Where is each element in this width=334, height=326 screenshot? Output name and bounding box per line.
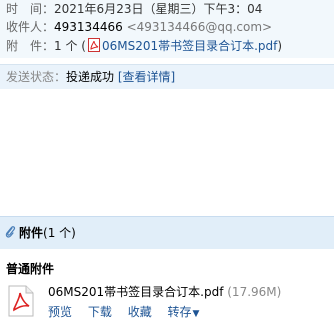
attachments-header: 附件(1 个) <box>0 216 334 249</box>
attachments-title: 附件 <box>19 226 44 240</box>
attachment-size: (17.96M) <box>227 285 282 299</box>
time-value: 2021年6月23日（星期三）下午3：04 <box>54 2 263 16</box>
attachments-title-row: 附件(1 个) <box>4 224 76 242</box>
preview-link[interactable]: 预览 <box>48 305 72 319</box>
paperclip-icon <box>4 225 16 239</box>
attachment-count: 1 个 ( <box>54 39 86 53</box>
section-label-normal-attachments: 普通附件 <box>6 262 55 276</box>
attachment-close: ) <box>277 39 283 53</box>
attachment-filename[interactable]: 06MS201帯书签目录合订本.pdf <box>48 285 223 299</box>
save-to-link[interactable]: 转存 <box>168 305 192 319</box>
attachment-label: 附 件： <box>6 39 55 53</box>
status-row: 发送状态：投递成功 [查看详情] <box>6 68 175 86</box>
status-details-link[interactable]: [查看详情] <box>118 70 175 84</box>
send-status-bar: 发送状态：投递成功 [查看详情] <box>0 64 334 89</box>
attachment-file-line: 06MS201帯书签目录合订本.pdf (17.96M) <box>48 283 281 300</box>
recipient-email: <493134466@qq.com> <box>126 20 273 34</box>
pdf-icon <box>8 285 34 317</box>
attachment-item: 06MS201帯书签目录合订本.pdf (17.96M) 预览 下载 收藏 转存… <box>8 283 328 323</box>
chevron-down-icon[interactable]: ▼ <box>193 309 200 319</box>
recipient-label: 收件人： <box>6 20 55 34</box>
attachment-link[interactable]: 06MS201帯书签目录合订本.pdf <box>102 39 277 53</box>
pdf-icon <box>87 38 100 52</box>
recipient-row: 收件人：493134466 <493134466@qq.com> <box>6 18 272 36</box>
attachment-row: 附 件：1 个 ( 06MS201帯书签目录合订本.pdf) <box>6 37 282 55</box>
favorite-link[interactable]: 收藏 <box>128 305 152 319</box>
recipient-name[interactable]: 493134466 <box>54 20 123 34</box>
attachment-actions: 预览 下载 收藏 转存▼ <box>48 303 211 320</box>
download-link[interactable]: 下载 <box>88 305 112 319</box>
status-value: 投递成功 <box>66 70 115 84</box>
time-label: 时 间： <box>6 2 55 16</box>
time-row: 时 间：2021年6月23日（星期三）下午3：04 <box>6 0 262 18</box>
attachments-count: (1 个) <box>43 226 76 240</box>
status-label: 发送状态： <box>6 70 67 84</box>
